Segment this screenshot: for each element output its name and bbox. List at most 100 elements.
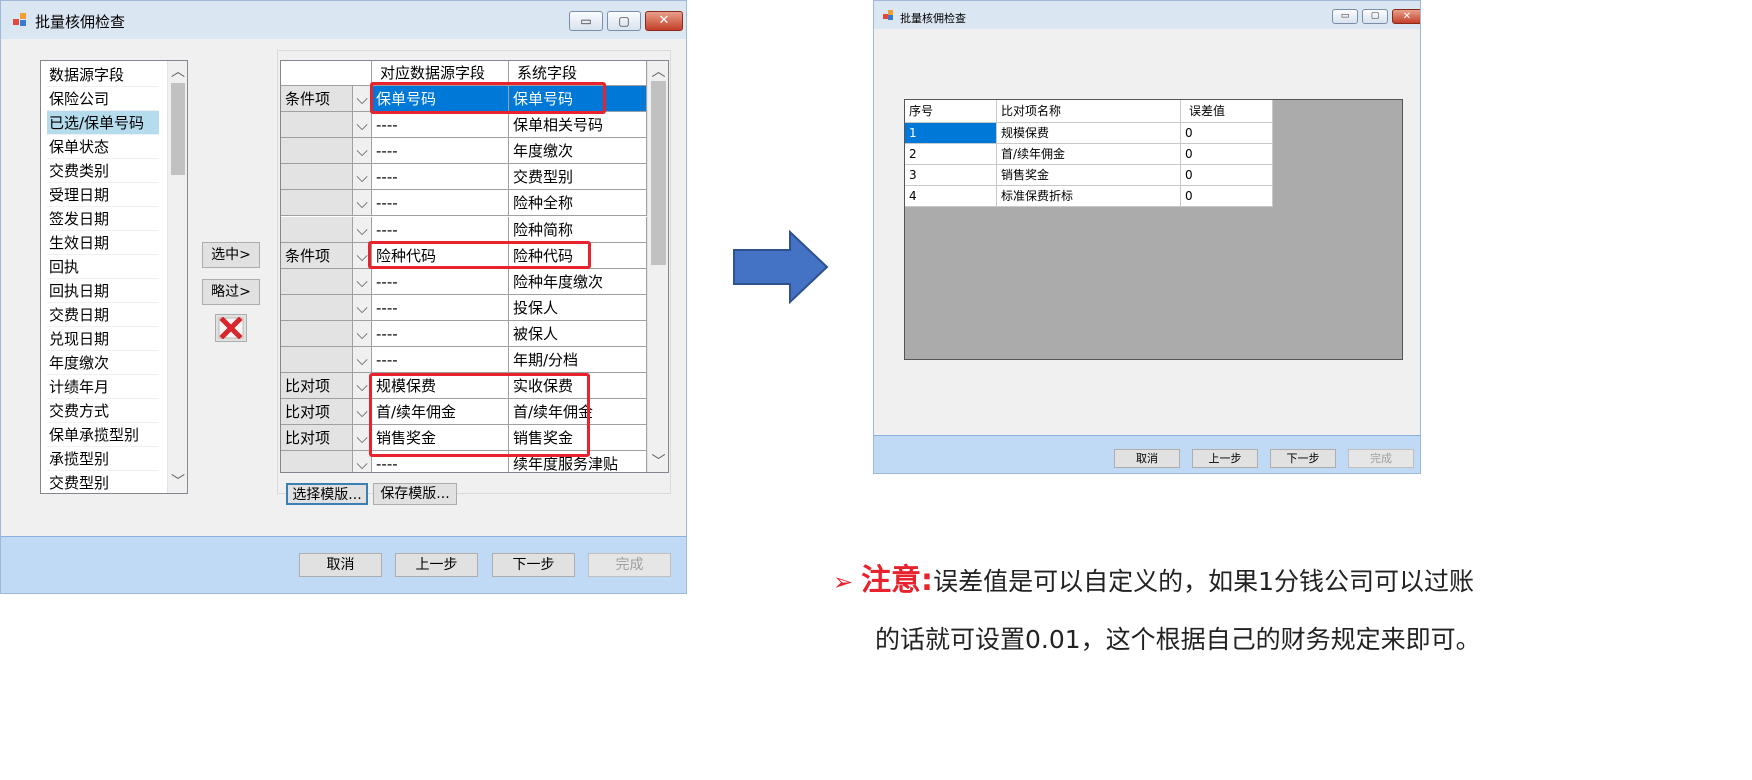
next-button[interactable]: 下一步 (492, 553, 575, 577)
compare-cell-name[interactable]: 标准保费折标 (997, 186, 1181, 207)
chevron-down-icon[interactable]: ⌵ (353, 294, 372, 321)
system-field-cell[interactable]: 险种简称 (509, 216, 647, 243)
system-field-cell[interactable]: 年度缴次 (509, 138, 647, 165)
scroll-down-icon[interactable]: ﹀ (168, 475, 188, 489)
source-field-cell[interactable]: ---- (372, 112, 509, 139)
close-button[interactable]: ✕ (645, 11, 683, 31)
source-field-item[interactable]: 受理日期 (47, 183, 159, 207)
source-field-cell[interactable]: ---- (372, 216, 509, 243)
compare-cell-tolerance[interactable]: 0 (1181, 123, 1273, 144)
chevron-down-icon[interactable]: ⌵ (353, 347, 372, 374)
system-field-cell[interactable]: 险种代码 (509, 242, 647, 269)
scroll-thumb[interactable] (171, 83, 185, 175)
title-bar-2[interactable]: 批量核佣检查 ▭ ▢ ✕ (874, 1, 1420, 29)
system-field-cell[interactable]: 投保人 (509, 294, 647, 321)
compare-cell-tolerance[interactable]: 0 (1181, 186, 1273, 207)
source-field-item[interactable]: 交费方式 (47, 399, 159, 423)
chevron-down-icon[interactable]: ⌵ (353, 425, 372, 452)
compare-cell-no[interactable]: 1 (905, 123, 997, 144)
row-type-combo[interactable] (281, 190, 353, 217)
system-field-cell[interactable]: 被保人 (509, 320, 647, 347)
chevron-down-icon[interactable]: ⌵ (353, 216, 372, 243)
compare-cell-name[interactable]: 首/续年佣金 (997, 144, 1181, 165)
source-field-item[interactable]: 保险公司 (47, 87, 159, 111)
skip-button[interactable]: 略过> (202, 279, 260, 305)
grid-scroll-up-icon[interactable]: ︿ (648, 65, 668, 79)
system-field-cell[interactable]: 销售奖金 (509, 425, 647, 452)
grid-header-cell[interactable] (281, 61, 372, 86)
source-field-item[interactable]: 保单状态 (47, 135, 159, 159)
source-field-item[interactable]: 计绩年月 (47, 375, 159, 399)
system-field-cell[interactable]: 险种全称 (509, 190, 647, 217)
grid-scroll-thumb[interactable] (651, 81, 666, 265)
source-field-item[interactable]: 保单承揽型别 (47, 423, 159, 447)
prev-button[interactable]: 上一步 (395, 553, 478, 577)
source-field-cell[interactable]: ---- (372, 190, 509, 217)
row-type-combo[interactable]: 比对项 (281, 399, 353, 426)
delete-button[interactable] (215, 314, 247, 342)
system-field-cell[interactable]: 保单号码 (509, 86, 647, 113)
source-field-cell[interactable]: ---- (372, 268, 509, 295)
source-field-list[interactable]: 数据源字段 保险公司 已选/保单号码 保单状态 交费类别 受理日期 签发日期 生效日期 回执 回执… (40, 60, 188, 494)
row-type-combo[interactable] (281, 320, 353, 347)
save-template-button[interactable]: 保存模版... (373, 483, 457, 505)
row-type-combo[interactable]: 比对项 (281, 373, 353, 400)
cancel-button-2[interactable]: 取消 (1114, 449, 1180, 468)
source-field-item[interactable]: 交费类别 (47, 159, 159, 183)
chevron-down-icon[interactable]: ⌵ (353, 190, 372, 217)
cancel-button[interactable]: 取消 (299, 553, 382, 577)
source-field-cell[interactable]: 销售奖金 (372, 425, 509, 452)
source-field-item[interactable]: 签发日期 (47, 207, 159, 231)
row-type-combo[interactable] (281, 451, 353, 472)
choose-template-button[interactable]: 选择模版... (286, 483, 368, 505)
source-field-cell[interactable]: ---- (372, 347, 509, 374)
chevron-down-icon[interactable]: ⌵ (353, 320, 372, 347)
system-field-cell[interactable]: 实收保费 (509, 373, 647, 400)
source-field-cell[interactable]: 险种代码 (372, 242, 509, 269)
field-mapping-grid[interactable]: 对应数据源字段 系统字段 条件项 ⌵ 保单号码 保单号码 ⌵ ---- 保单相关号码 ⌵ ---- 年… (280, 60, 669, 473)
source-field-cell[interactable]: ---- (372, 294, 509, 321)
system-field-cell[interactable]: 保单相关号码 (509, 112, 647, 139)
grid-header-cell[interactable]: 对应数据源字段 (372, 61, 509, 86)
source-field-item[interactable]: 承揽型别 (47, 447, 159, 471)
compare-header-cell[interactable]: 比对项名称 (997, 100, 1181, 123)
finish-button[interactable]: 完成 (588, 553, 671, 577)
minimize-button[interactable]: ▭ (569, 11, 603, 31)
prev-button-2[interactable]: 上一步 (1192, 449, 1258, 468)
source-field-cell[interactable]: ---- (372, 451, 509, 472)
maximize-button[interactable]: ▢ (607, 11, 641, 31)
compare-cell-tolerance[interactable]: 0 (1181, 144, 1273, 165)
list-scrollbar[interactable]: ︿ ﹀ (167, 61, 187, 493)
system-field-cell[interactable]: 首/续年佣金 (509, 399, 647, 426)
system-field-cell[interactable]: 险种年度缴次 (509, 268, 647, 295)
grid-scroll-down-icon[interactable]: ﹀ (648, 455, 668, 469)
source-field-cell[interactable]: 保单号码 (372, 86, 509, 113)
chevron-down-icon[interactable]: ⌵ (353, 164, 372, 191)
system-field-cell[interactable]: 续年度服务津贴 (509, 451, 647, 472)
chevron-down-icon[interactable]: ⌵ (353, 138, 372, 165)
source-field-item[interactable]: 生效日期 (47, 231, 159, 255)
compare-cell-name[interactable]: 销售奖金 (997, 165, 1181, 186)
system-field-cell[interactable]: 交费型别 (509, 164, 647, 191)
source-field-item[interactable]: 回执日期 (47, 279, 159, 303)
source-field-cell[interactable]: 首/续年佣金 (372, 399, 509, 426)
source-field-item[interactable]: 数据源字段 (47, 63, 159, 87)
compare-cell-no[interactable]: 3 (905, 165, 997, 186)
chevron-down-icon[interactable]: ⌵ (353, 399, 372, 426)
row-type-combo[interactable] (281, 164, 353, 191)
source-field-item[interactable]: 交费型别 (47, 471, 159, 493)
source-field-cell[interactable]: ---- (372, 138, 509, 165)
close-button-2[interactable]: ✕ (1392, 9, 1420, 24)
compare-cell-name[interactable]: 规模保费 (997, 123, 1181, 144)
chevron-down-icon[interactable]: ⌵ (353, 268, 372, 295)
title-bar[interactable]: 批量核佣检查 ▭ ▢ ✕ (1, 1, 686, 39)
row-type-combo[interactable] (281, 347, 353, 374)
finish-button-2[interactable]: 完成 (1348, 449, 1414, 468)
chevron-down-icon[interactable]: ⌵ (353, 242, 372, 269)
system-field-cell[interactable]: 年期/分档 (509, 347, 647, 374)
chevron-down-icon[interactable]: ⌵ (353, 373, 372, 400)
select-button[interactable]: 选中> (202, 242, 260, 268)
maximize-button-2[interactable]: ▢ (1362, 9, 1388, 24)
compare-cell-no[interactable]: 2 (905, 144, 997, 165)
row-type-combo[interactable] (281, 138, 353, 165)
